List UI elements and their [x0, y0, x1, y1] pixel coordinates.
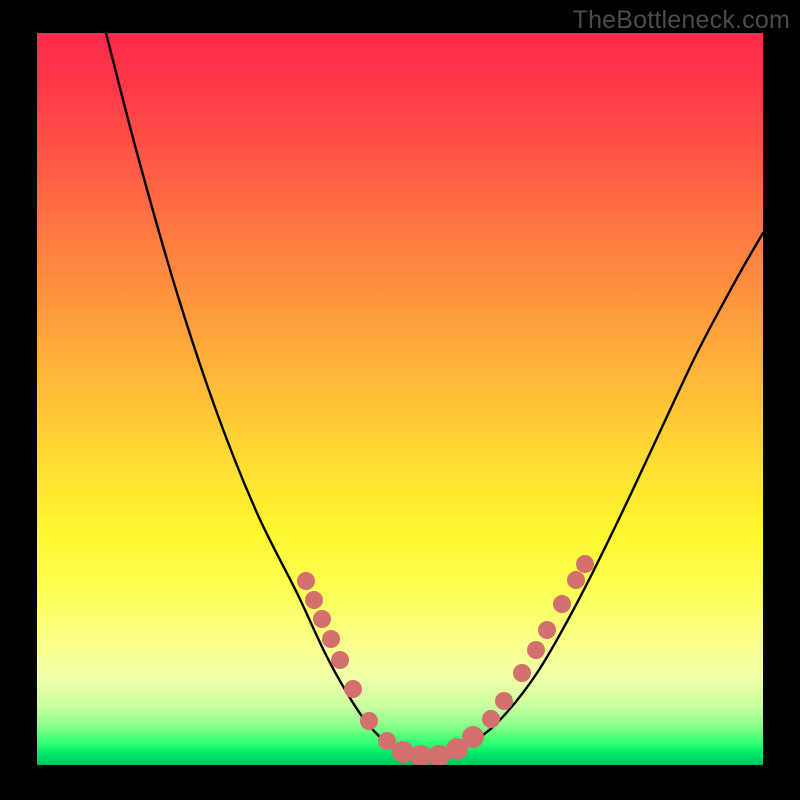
- bottleneck-curve: [106, 33, 763, 758]
- plot-area: [37, 33, 763, 765]
- chart-svg: [37, 33, 763, 765]
- data-marker: [538, 621, 556, 639]
- data-marker: [527, 641, 545, 659]
- data-marker: [482, 710, 500, 728]
- data-marker: [360, 712, 378, 730]
- data-marker: [567, 571, 585, 589]
- data-marker: [462, 726, 484, 748]
- data-marker: [513, 664, 531, 682]
- data-marker: [313, 610, 331, 628]
- marker-group: [297, 555, 594, 765]
- data-marker: [495, 692, 513, 710]
- data-marker: [344, 680, 362, 698]
- data-marker: [553, 595, 571, 613]
- data-marker: [305, 591, 323, 609]
- data-marker: [331, 651, 349, 669]
- watermark-text: TheBottleneck.com: [573, 6, 790, 35]
- data-marker: [297, 572, 315, 590]
- data-marker: [576, 555, 594, 573]
- data-marker: [322, 630, 340, 648]
- chart-frame: TheBottleneck.com: [0, 0, 800, 800]
